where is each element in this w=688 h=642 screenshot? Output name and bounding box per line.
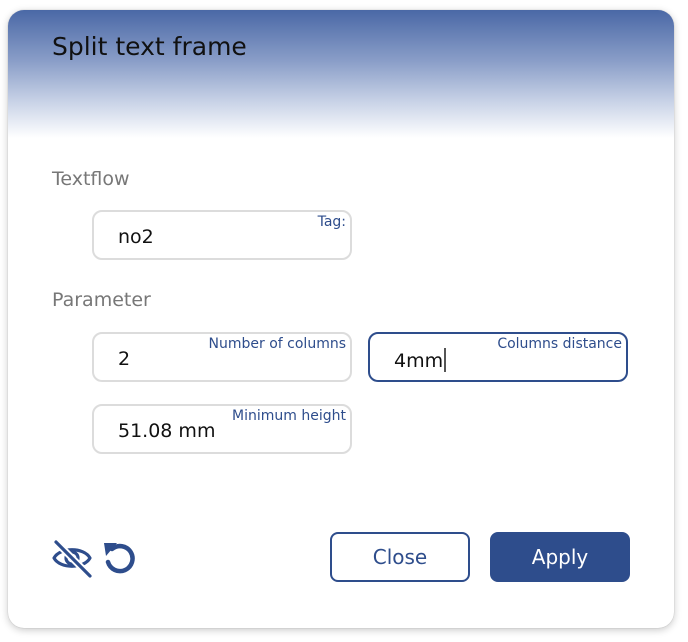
- tag-field-value: no2: [118, 226, 154, 248]
- columns-distance-value-wrap: 4mm: [394, 348, 447, 372]
- textflow-section-label: Textflow: [52, 168, 130, 190]
- apply-button[interactable]: Apply: [490, 532, 630, 582]
- reset-icon[interactable]: [98, 536, 142, 580]
- tag-field-label: Tag:: [317, 214, 346, 230]
- text-caret: [444, 348, 447, 372]
- minimum-height-value: 51.08 mm: [118, 420, 216, 442]
- minimum-height-field[interactable]: Minimum height 51.08 mm: [92, 404, 352, 454]
- columns-distance-label: Columns distance: [497, 336, 622, 352]
- columns-distance-value: 4mm: [394, 350, 444, 372]
- number-of-columns-value: 2: [118, 348, 131, 370]
- tag-field[interactable]: Tag: no2: [92, 210, 352, 260]
- columns-distance-field[interactable]: Columns distance 4mm: [368, 332, 628, 382]
- parameter-section-label: Parameter: [52, 289, 151, 311]
- eye-off-icon[interactable]: [50, 536, 94, 580]
- minimum-height-label: Minimum height: [232, 408, 346, 424]
- number-of-columns-label: Number of columns: [208, 336, 346, 352]
- number-of-columns-field[interactable]: Number of columns 2: [92, 332, 352, 382]
- dialog-title: Split text frame: [52, 32, 247, 61]
- dialog-header: Split text frame: [8, 10, 674, 138]
- split-text-frame-dialog: Split text frame Textflow Tag: no2 Param…: [8, 10, 674, 628]
- close-button[interactable]: Close: [330, 532, 470, 582]
